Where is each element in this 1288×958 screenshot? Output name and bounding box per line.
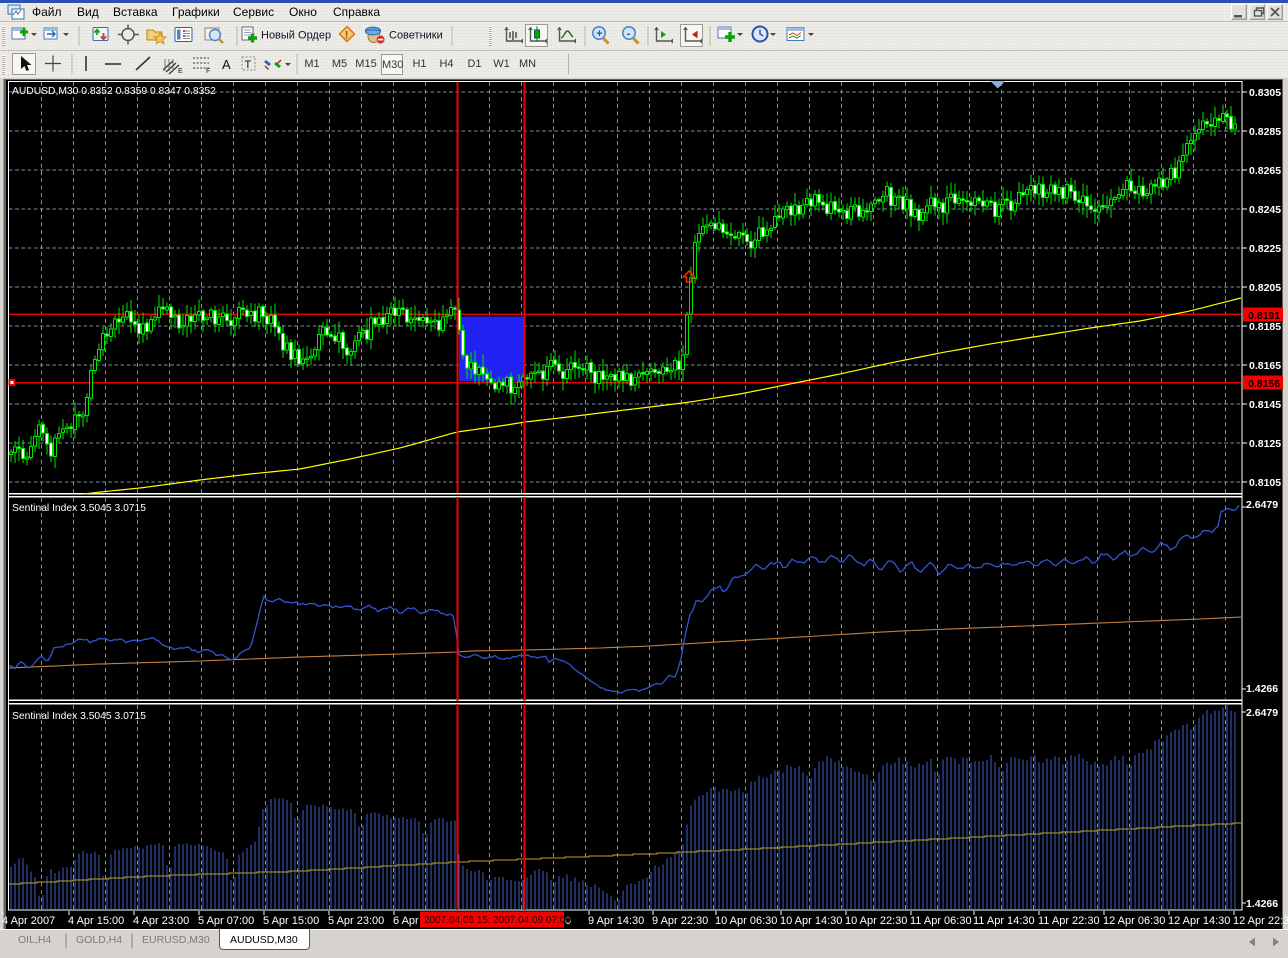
- svg-text:0.8305: 0.8305: [1249, 87, 1281, 99]
- svg-text:0.8245: 0.8245: [1249, 204, 1281, 216]
- svg-text:T: T: [245, 59, 252, 71]
- svg-text:12 Apr 14:30: 12 Apr 14:30: [1168, 915, 1230, 927]
- svg-text:10 Apr 22:30: 10 Apr 22:30: [845, 915, 907, 927]
- svg-text:0.8265: 0.8265: [1249, 165, 1281, 177]
- svg-text:6 Apr: 6 Apr: [393, 915, 419, 927]
- svg-text:11 Apr 14:30: 11 Apr 14:30: [973, 915, 1035, 927]
- svg-text:11 Apr 22:30: 11 Apr 22:30: [1038, 915, 1100, 927]
- svg-text:12 Apr 06:30: 12 Apr 06:30: [1103, 915, 1165, 927]
- svg-text:0.8191: 0.8191: [1248, 310, 1280, 322]
- svg-text:10 Apr 06:30: 10 Apr 06:30: [715, 915, 777, 927]
- svg-text:11 Apr 06:30: 11 Apr 06:30: [910, 915, 972, 927]
- svg-text:5 Apr 23:00: 5 Apr 23:00: [328, 915, 384, 927]
- svg-text:0.8185: 0.8185: [1249, 321, 1281, 333]
- svg-text:0.8225: 0.8225: [1249, 243, 1281, 255]
- svg-text:0.8205: 0.8205: [1249, 282, 1281, 294]
- svg-text:9 Apr 22:30: 9 Apr 22:30: [652, 915, 708, 927]
- svg-text:0.8105: 0.8105: [1249, 477, 1281, 489]
- svg-text:12 Apr 22:30: 12 Apr 22:30: [1233, 915, 1288, 927]
- svg-text:0.8165: 0.8165: [1249, 360, 1281, 372]
- svg-text:9 Apr 14:30: 9 Apr 14:30: [588, 915, 644, 927]
- svg-text:2.6479: 2.6479: [1246, 499, 1278, 511]
- svg-text:1.4266: 1.4266: [1246, 898, 1278, 910]
- svg-text:0.8145: 0.8145: [1249, 399, 1281, 411]
- svg-text:5 Apr 15:00: 5 Apr 15:00: [263, 915, 319, 927]
- svg-text:10 Apr 14:30: 10 Apr 14:30: [780, 915, 842, 927]
- svg-text:2007.04.06 15:: 2007.04.06 15:: [424, 915, 491, 926]
- svg-text:4 Apr 2007: 4 Apr 2007: [2, 915, 55, 927]
- svg-text:1.4266: 1.4266: [1246, 683, 1278, 695]
- svg-text:AUDUSD,M30 0.8352 0.8359 0.83: AUDUSD,M30 0.8352 0.8359 0.8347 0.8352: [12, 86, 216, 97]
- svg-text:2007.04.09 07:00: 2007.04.09 07:00: [493, 915, 571, 926]
- svg-text:4 Apr 23:00: 4 Apr 23:00: [133, 915, 189, 927]
- svg-text:E: E: [178, 68, 183, 75]
- svg-text:Sentinal Index 3.5045 3.0715: Sentinal Index 3.5045 3.0715: [12, 711, 146, 722]
- svg-text:A: A: [222, 57, 231, 72]
- svg-text:0.8156: 0.8156: [1248, 378, 1280, 390]
- svg-text:4 Apr 15:00: 4 Apr 15:00: [68, 915, 124, 927]
- svg-text:5 Apr 07:00: 5 Apr 07:00: [198, 915, 254, 927]
- svg-text:F: F: [206, 68, 210, 75]
- svg-text:2.6479: 2.6479: [1246, 707, 1278, 719]
- svg-text:+: +: [596, 28, 602, 40]
- svg-text:0.8125: 0.8125: [1249, 438, 1281, 450]
- svg-text:0.8285: 0.8285: [1249, 126, 1281, 138]
- svg-text:-: -: [627, 28, 631, 40]
- svg-text:Sentinal Index 3.5045 3.0715: Sentinal Index 3.5045 3.0715: [12, 503, 146, 514]
